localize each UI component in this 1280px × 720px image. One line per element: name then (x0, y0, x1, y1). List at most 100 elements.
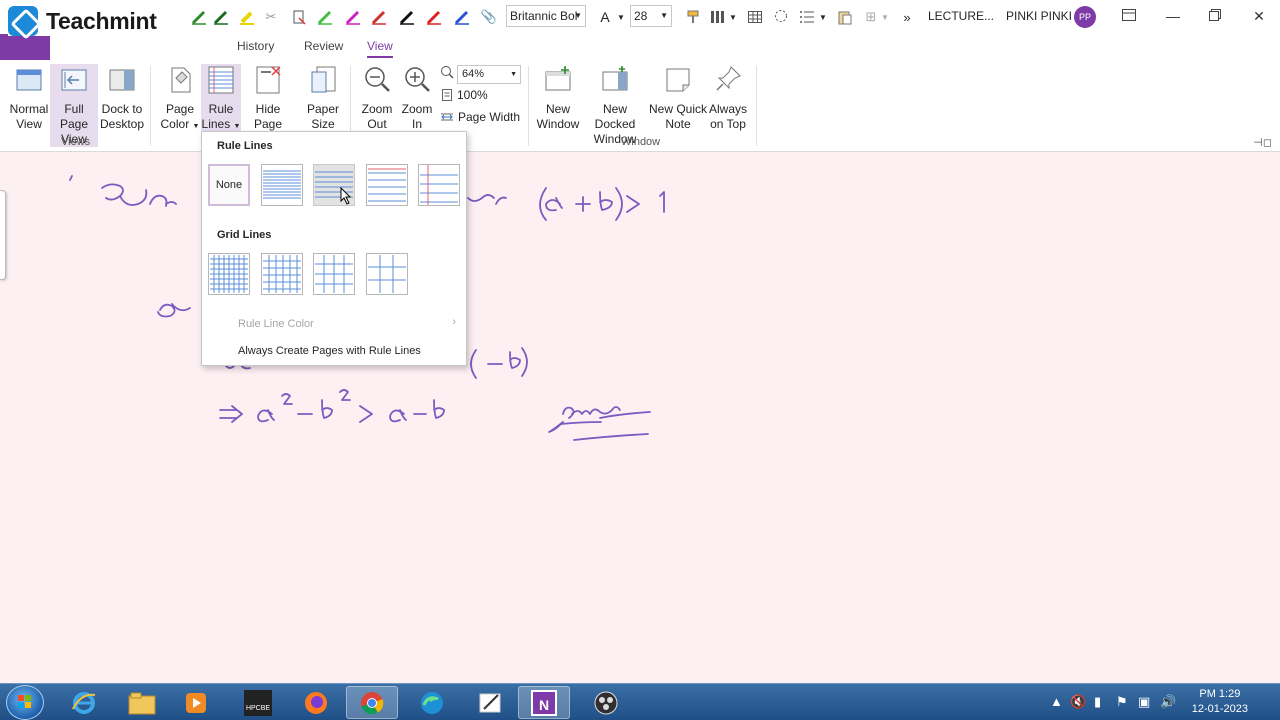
grid-lines-heading: Grid Lines (217, 229, 272, 241)
grid-small-option[interactable] (208, 253, 250, 295)
new-window-button[interactable]: New Window (536, 64, 580, 132)
page-color-button[interactable]: Page Color ▼ (158, 64, 202, 134)
always-on-top-button[interactable]: Always on Top (708, 64, 748, 132)
signal-icon[interactable]: ▮ (1094, 694, 1101, 710)
cut-icon[interactable]: ✂ (262, 8, 280, 26)
zoom-out-button[interactable]: Zoom Out (358, 64, 396, 132)
large-grid-icon (315, 255, 353, 293)
new-quick-note-label-1: New Quick (648, 102, 707, 116)
ribbon-tabs: History Review View (0, 34, 1280, 60)
grid-very-large-option[interactable] (366, 253, 408, 295)
font-name-combo[interactable]: Britannic Bol ▼ (506, 5, 586, 27)
rule-wide-option[interactable] (418, 164, 460, 206)
pen-lime-icon[interactable] (316, 8, 334, 26)
tab-review[interactable]: Review (304, 39, 343, 53)
zoom-out-label-1: Zoom (361, 102, 393, 116)
page-width-icon (441, 113, 453, 121)
chevron-down-icon[interactable]: ▼ (814, 8, 832, 26)
always-create-rule-lines-item[interactable]: Always Create Pages with Rule Lines (238, 345, 421, 357)
pen-green-icon[interactable] (190, 8, 208, 26)
close-button[interactable]: ✕ (1248, 6, 1270, 26)
taskbar-hpcbe[interactable]: HPCBE (232, 686, 284, 719)
overflow-icon[interactable]: » (898, 8, 916, 26)
rule-none-option[interactable]: None (208, 164, 250, 206)
taskbar-firefox[interactable] (290, 686, 342, 719)
taskbar-notes[interactable] (464, 686, 516, 719)
note-canvas[interactable] (0, 152, 1280, 683)
views-group-label: Views (61, 136, 91, 148)
volume-muted-icon[interactable]: 🔇 (1070, 694, 1086, 710)
rule-line-color-item[interactable]: Rule Line Color (238, 318, 314, 330)
lasso-icon[interactable] (772, 8, 790, 26)
new-quick-note-label-2: Note (665, 117, 691, 131)
pen-red-2-icon[interactable] (425, 8, 443, 26)
taskbar-chrome[interactable] (346, 686, 398, 719)
rule-lines-button[interactable]: Rule Lines ▼ (201, 64, 241, 134)
normal-view-icon (14, 64, 44, 96)
user-name: PINKI PINKI (1006, 9, 1073, 23)
attach-icon[interactable]: 📎 (480, 8, 498, 26)
rule-standard-option[interactable] (366, 164, 408, 206)
ribbon-view: Normal View Full Page View Dock to Deskt… (0, 60, 1280, 152)
new-quick-note-button[interactable]: New Quick Note (648, 64, 708, 132)
chevron-down-icon[interactable]: ▼ (876, 8, 894, 26)
taskbar-ie[interactable] (58, 686, 110, 719)
taskbar-edge[interactable] (406, 686, 458, 719)
normal-view-button[interactable]: Normal View (6, 64, 52, 132)
group-separator (756, 66, 757, 146)
quick-access-toolbar: Teachmint ✂ 📎 Britannic Bol ▼ A ▼ 28 ▼ ▼… (0, 0, 1280, 36)
notes-icon (479, 693, 501, 712)
start-button[interactable] (6, 685, 44, 720)
grid-medium-option[interactable] (261, 253, 303, 295)
taskbar-media-player[interactable] (170, 686, 222, 719)
page-color-label-text: Color (160, 117, 190, 131)
ribbon-display-icon[interactable] (1118, 6, 1140, 26)
pen-red-icon[interactable] (370, 8, 388, 26)
paper-size-button[interactable]: Paper Size (302, 64, 344, 132)
new-docked-window-button[interactable]: New Docked Window (582, 64, 648, 147)
standard-ruled-icon (368, 168, 406, 202)
tray-expand-icon[interactable]: ▲ (1050, 694, 1063, 709)
speaker-icon[interactable]: 🔊 (1160, 694, 1176, 710)
pen-magenta-icon[interactable] (344, 8, 362, 26)
paste-icon[interactable] (836, 8, 854, 26)
grid-large-option[interactable] (313, 253, 355, 295)
hide-page-title-label-1: Hide (255, 102, 281, 116)
rule-lines-label-1: Rule (208, 102, 234, 116)
table-icon[interactable] (746, 8, 764, 26)
pen-green-dark-icon[interactable] (212, 8, 230, 26)
minimize-button[interactable]: — (1162, 6, 1184, 26)
format-painter-icon[interactable] (684, 8, 702, 26)
zoom-in-button[interactable]: Zoom In (398, 64, 436, 132)
tab-history[interactable]: History (237, 39, 274, 53)
restore-button[interactable] (1204, 6, 1226, 26)
avatar[interactable]: PP (1074, 6, 1096, 28)
zoom-combo[interactable]: 64% ▼ (457, 65, 521, 84)
taskbar-explorer[interactable] (116, 686, 168, 719)
dock-to-desktop-button[interactable]: Dock to Desktop (100, 64, 144, 132)
pin-ribbon-icon[interactable]: ⊣◻ (1253, 136, 1272, 149)
tab-view[interactable]: View (367, 39, 393, 58)
hpcbe-label: HPCBE (245, 704, 271, 712)
highlighter-yellow-icon[interactable] (238, 8, 256, 26)
taskbar-obs[interactable] (580, 686, 632, 719)
pen-black-icon[interactable] (398, 8, 416, 26)
rule-narrow-option[interactable] (261, 164, 303, 206)
brand-name: Teachmint (46, 7, 157, 34)
chevron-down-icon[interactable]: ▼ (612, 8, 630, 26)
pen-blue-icon[interactable] (453, 8, 471, 26)
full-page-view-button[interactable]: Full Page View (50, 64, 98, 147)
paper-size-icon (308, 64, 338, 96)
flag-icon[interactable]: ⚑ (1116, 694, 1128, 710)
font-size-value: 28 (634, 9, 648, 23)
brand-logo: Teachmint (8, 6, 163, 36)
system-clock[interactable]: PM 1:29 12-01-2023 (1192, 687, 1248, 717)
chevron-down-icon[interactable]: ▼ (724, 8, 742, 26)
hundred-percent-button[interactable]: 100% (441, 88, 488, 102)
font-size-combo[interactable]: 28 ▼ (630, 5, 672, 27)
page-width-button[interactable]: Page Width (440, 110, 520, 124)
network-icon[interactable]: ▣ (1138, 694, 1150, 710)
dock-label-2: Desktop (99, 117, 145, 131)
taskbar-onenote[interactable]: N (518, 686, 570, 719)
copy-format-icon[interactable] (290, 8, 308, 26)
